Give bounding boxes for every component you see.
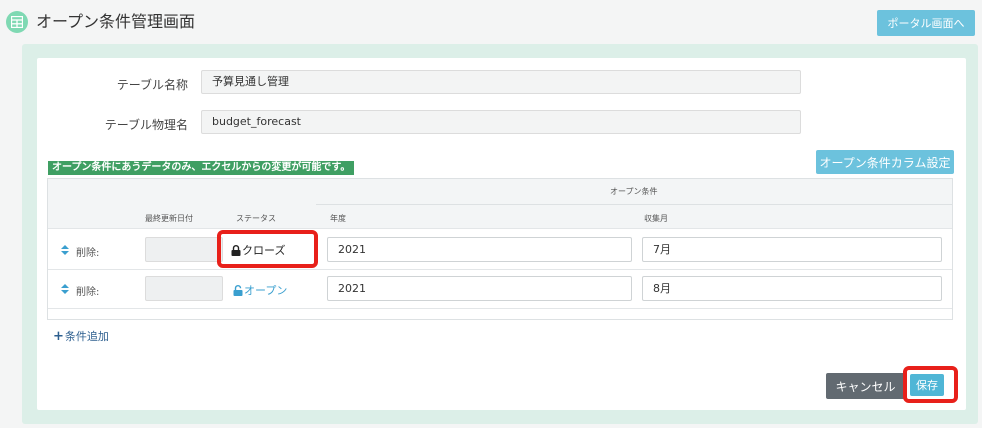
add-condition-label: 条件追加: [64, 330, 109, 343]
month-input[interactable]: 7月: [642, 237, 942, 262]
page-title: オープン条件管理画面: [36, 12, 196, 31]
row-divider: [48, 269, 952, 270]
cancel-button[interactable]: キャンセル: [826, 373, 905, 399]
table-name-label: テーブル名称: [116, 78, 188, 92]
delete-label[interactable]: 削除:: [76, 244, 99, 259]
page-header: オープン条件管理画面 ポータル画面へ: [0, 0, 982, 44]
highlight-box: [217, 230, 318, 268]
col-year: 年度: [330, 214, 346, 223]
row-divider: [48, 228, 952, 229]
row-divider: [48, 308, 952, 309]
last-updated-cell: [145, 276, 223, 301]
add-condition-link[interactable]: + 条件追加: [53, 328, 109, 344]
delete-label[interactable]: 削除:: [76, 283, 99, 298]
last-updated-cell: [145, 237, 223, 262]
status-label: オープン: [244, 284, 288, 297]
column-settings-button[interactable]: オープン条件カラム設定: [816, 150, 954, 174]
plus-icon: +: [53, 328, 64, 344]
portal-button[interactable]: ポータル画面へ: [877, 10, 975, 36]
header-divider: [316, 204, 952, 205]
col-last-updated: 最終更新日付: [145, 214, 193, 223]
col-status: ステータス: [236, 214, 276, 223]
year-input[interactable]: 2021: [327, 237, 632, 262]
table-name-field[interactable]: 予算見通し管理: [201, 70, 801, 94]
col-month: 収集月: [644, 214, 668, 223]
physical-name-label: テーブル物理名: [104, 118, 188, 132]
sort-handle-icon[interactable]: [61, 284, 69, 294]
open-condition-group-header: オープン条件: [610, 187, 658, 196]
status-open[interactable]: オープン: [233, 282, 287, 298]
sort-handle-icon[interactable]: [61, 245, 69, 255]
table-grid-icon: [6, 11, 28, 33]
physical-name-field[interactable]: budget_forecast: [201, 110, 801, 134]
unlock-icon: [233, 284, 243, 296]
month-input[interactable]: 8月: [642, 276, 942, 301]
highlight-box: [903, 366, 958, 403]
notice-banner: オープン条件にあうデータのみ、エクセルからの変更が可能です。: [48, 161, 355, 175]
year-input[interactable]: 2021: [327, 276, 632, 301]
